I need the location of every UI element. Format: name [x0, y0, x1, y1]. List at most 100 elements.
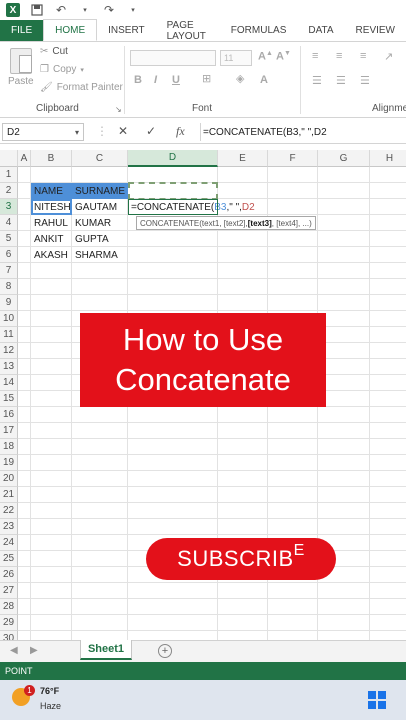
- windows-start-icon[interactable]: [368, 691, 386, 709]
- select-all-corner[interactable]: [0, 150, 18, 167]
- row-header-10[interactable]: 10: [0, 311, 18, 327]
- orientation-icon[interactable]: ↗: [384, 50, 393, 63]
- row-header-9[interactable]: 9: [0, 295, 18, 311]
- sheet-tab-sheet1[interactable]: Sheet1: [80, 640, 132, 660]
- align-bottom-icon[interactable]: ≡: [360, 50, 366, 62]
- cell-b6[interactable]: AKASH: [31, 247, 72, 263]
- copy-button[interactable]: ❐ Copy ▾: [40, 64, 84, 75]
- column-header-b[interactable]: B: [31, 150, 72, 167]
- name-box[interactable]: D2 ▾: [2, 123, 84, 141]
- fill-color-icon[interactable]: ◈: [236, 72, 244, 85]
- undo-icon[interactable]: ↶: [54, 3, 68, 17]
- row-header-14[interactable]: 14: [0, 375, 18, 391]
- tab-home[interactable]: HOME: [43, 19, 98, 41]
- dropdown-icon[interactable]: ▾: [78, 3, 92, 17]
- row-header-7[interactable]: 7: [0, 263, 18, 279]
- paste-button[interactable]: Paste: [8, 48, 34, 87]
- cell-c6[interactable]: SHARMA: [72, 247, 128, 263]
- redo-icon[interactable]: ↷: [102, 3, 116, 17]
- row-header-2[interactable]: 2: [0, 183, 18, 199]
- add-sheet-button[interactable]: +: [158, 644, 172, 658]
- tab-formulas[interactable]: FORMULAS: [220, 20, 298, 41]
- row-header-1[interactable]: 1: [0, 167, 18, 183]
- bold-button[interactable]: B: [134, 74, 142, 86]
- cell-c4[interactable]: KUMAR: [72, 215, 128, 231]
- align-right-icon[interactable]: ☰: [360, 74, 370, 87]
- dialog-launcher-icon[interactable]: ↘: [115, 105, 122, 114]
- column-header-e[interactable]: E: [218, 150, 268, 167]
- previous-sheet-icon[interactable]: ◀: [10, 645, 18, 656]
- row-header-12[interactable]: 12: [0, 343, 18, 359]
- next-sheet-icon[interactable]: ▶: [30, 645, 38, 656]
- cell-d3-editor[interactable]: =CONCATENATE(B3 ," ", D2: [128, 199, 255, 215]
- underline-button[interactable]: U: [172, 74, 180, 86]
- font-size-select[interactable]: 11: [220, 50, 252, 66]
- formula-input[interactable]: =CONCATENATE(B3," ",D2: [200, 123, 406, 141]
- italic-button[interactable]: I: [154, 74, 157, 86]
- row-header-29[interactable]: 29: [0, 615, 18, 631]
- font-color-icon[interactable]: A: [260, 74, 268, 86]
- cell-b3[interactable]: NITESH: [31, 199, 72, 215]
- function-tooltip[interactable]: CONCATENATE(text1, [text2], [text3], [te…: [136, 216, 316, 230]
- align-center-icon[interactable]: ☰: [336, 74, 346, 87]
- row-header-11[interactable]: 11: [0, 327, 18, 343]
- enter-icon[interactable]: ✓: [146, 124, 156, 138]
- borders-icon[interactable]: ⊞: [202, 72, 211, 85]
- row-header-21[interactable]: 21: [0, 487, 18, 503]
- row-header-20[interactable]: 20: [0, 471, 18, 487]
- row-header-28[interactable]: 28: [0, 599, 18, 615]
- save-icon[interactable]: [30, 3, 44, 17]
- row-header-18[interactable]: 18: [0, 439, 18, 455]
- row-header-3[interactable]: 3: [0, 199, 18, 215]
- row-header-17[interactable]: 17: [0, 423, 18, 439]
- row-header-13[interactable]: 13: [0, 359, 18, 375]
- column-header-c[interactable]: C: [72, 150, 128, 167]
- row-header-15[interactable]: 15: [0, 391, 18, 407]
- row-header-25[interactable]: 25: [0, 551, 18, 567]
- tab-page-layout[interactable]: PAGE LAYOUT: [156, 20, 220, 42]
- column-header-g[interactable]: G: [318, 150, 370, 167]
- row-header-4[interactable]: 4: [0, 215, 18, 231]
- insert-function-icon[interactable]: fx: [176, 124, 185, 139]
- chevron-down-icon[interactable]: ▾: [75, 128, 79, 137]
- font-name-select[interactable]: [130, 50, 216, 66]
- shrink-font-icon[interactable]: A▼: [276, 50, 291, 63]
- row-header-5[interactable]: 5: [0, 231, 18, 247]
- row-header-26[interactable]: 26: [0, 567, 18, 583]
- tab-insert[interactable]: INSERT: [97, 20, 156, 41]
- cell-b5[interactable]: ANKIT: [31, 231, 72, 247]
- align-left-icon[interactable]: ☰: [312, 74, 322, 87]
- windows-taskbar: 1 76°F Haze: [0, 680, 406, 720]
- subscribe-button[interactable]: SUBSCRIB E: [146, 538, 336, 580]
- cell-b4[interactable]: RAHUL: [31, 215, 72, 231]
- row-header-23[interactable]: 23: [0, 519, 18, 535]
- tab-file[interactable]: FILE: [0, 20, 44, 41]
- cell-c3[interactable]: GAUTAM: [72, 199, 128, 215]
- align-middle-icon[interactable]: ≡: [336, 50, 342, 62]
- column-header-h[interactable]: H: [370, 150, 406, 167]
- tab-data[interactable]: DATA: [297, 20, 344, 41]
- format-painter-button[interactable]: 🖌 Format Painter: [40, 82, 123, 93]
- customize-quick-access-icon[interactable]: ▾: [126, 3, 140, 17]
- cut-button[interactable]: ✂ Cut: [40, 46, 68, 57]
- row-header-16[interactable]: 16: [0, 407, 18, 423]
- cell-b2[interactable]: NAME: [31, 183, 72, 199]
- align-top-icon[interactable]: ≡: [312, 50, 318, 62]
- cancel-icon[interactable]: ✕: [118, 124, 128, 138]
- row-header-30[interactable]: 30: [0, 631, 18, 640]
- row-header-6[interactable]: 6: [0, 247, 18, 263]
- row-header-22[interactable]: 22: [0, 503, 18, 519]
- scissors-icon: ✂: [40, 46, 49, 57]
- gridline-row: [18, 630, 406, 631]
- cell-c5[interactable]: GUPTA: [72, 231, 128, 247]
- column-header-d[interactable]: D: [128, 150, 218, 167]
- cell-c2[interactable]: SURNAME: [72, 183, 128, 199]
- tab-review[interactable]: REVIEW: [345, 20, 406, 41]
- row-header-27[interactable]: 27: [0, 583, 18, 599]
- column-header-f[interactable]: F: [268, 150, 318, 167]
- column-header-a[interactable]: A: [18, 150, 31, 167]
- row-header-19[interactable]: 19: [0, 455, 18, 471]
- row-header-24[interactable]: 24: [0, 535, 18, 551]
- grow-font-icon[interactable]: A▲: [258, 50, 273, 63]
- row-header-8[interactable]: 8: [0, 279, 18, 295]
